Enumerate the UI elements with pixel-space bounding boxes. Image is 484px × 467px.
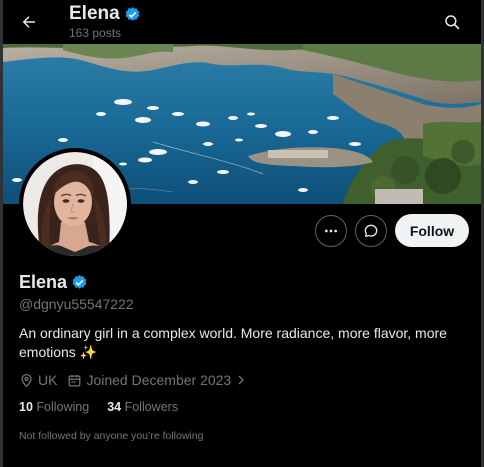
verified-badge-icon bbox=[125, 6, 140, 21]
profile-meta: UK Joined December 2023 bbox=[19, 372, 469, 388]
following-count: 10 bbox=[19, 400, 33, 414]
avatar[interactable] bbox=[19, 148, 131, 260]
follow-button[interactable]: Follow bbox=[395, 214, 469, 247]
more-icon bbox=[325, 229, 337, 233]
back-button[interactable] bbox=[15, 8, 43, 36]
message-icon bbox=[364, 224, 378, 237]
verified-badge-icon[interactable] bbox=[71, 274, 88, 291]
handle: @dgnyu55547222 bbox=[19, 296, 134, 312]
joined-text: Joined December 2023 bbox=[86, 372, 232, 388]
following-label: Following bbox=[36, 400, 90, 414]
follow-stats: 10 Following 34 Followers bbox=[19, 400, 469, 414]
display-name: Elena bbox=[19, 272, 68, 292]
followers-link[interactable]: 34 Followers bbox=[107, 400, 178, 414]
top-bar: Elena 163 posts bbox=[3, 0, 481, 44]
search-icon bbox=[445, 15, 460, 30]
following-link[interactable]: 10 Following bbox=[19, 400, 89, 414]
bio: An ordinary girl in a complex world. Mor… bbox=[19, 325, 447, 360]
location: UK bbox=[19, 372, 57, 388]
followers-label: Followers bbox=[124, 400, 179, 414]
profile-info: Elena @dgnyu55547222 An ordinary girl in… bbox=[19, 272, 469, 442]
location-text: UK bbox=[38, 372, 58, 388]
location-pin-icon bbox=[21, 373, 32, 387]
followers-count: 34 bbox=[107, 400, 122, 414]
chevron-right-icon bbox=[238, 375, 245, 385]
calendar-icon bbox=[69, 374, 81, 386]
joined-date[interactable]: Joined December 2023 bbox=[67, 372, 247, 388]
header-title: Elena 163 posts bbox=[69, 3, 141, 40]
avatar-photo bbox=[23, 152, 127, 256]
search-button[interactable] bbox=[439, 9, 465, 35]
more-button[interactable] bbox=[315, 215, 347, 247]
not-followed-note: Not followed by anyone you’re following bbox=[19, 430, 204, 442]
profile-page: Elena 163 posts Follow Elena @dgnyu55547… bbox=[0, 0, 484, 467]
message-button[interactable] bbox=[355, 215, 387, 247]
header-name: Elena bbox=[69, 3, 120, 24]
arrow-left-icon bbox=[22, 16, 35, 28]
post-count: 163 posts bbox=[69, 26, 122, 40]
